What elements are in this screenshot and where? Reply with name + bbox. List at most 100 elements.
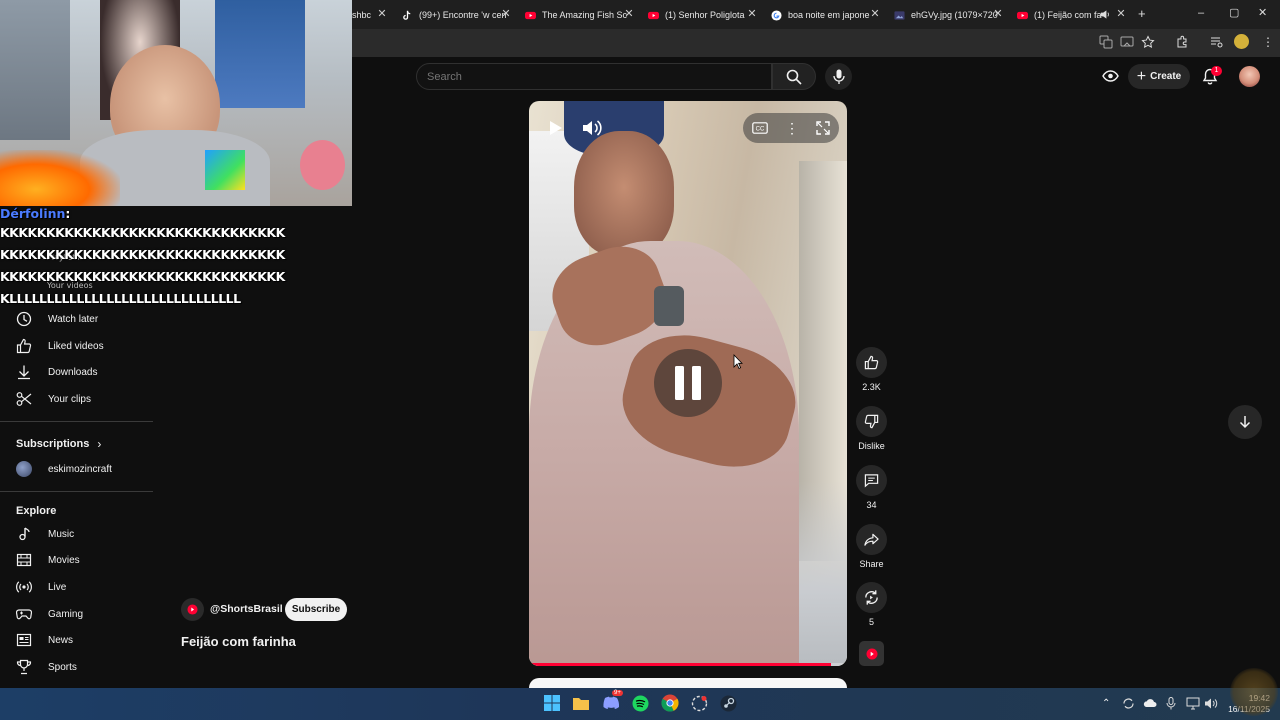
- youtube-icon: [525, 11, 536, 19]
- cloud-icon[interactable]: [1143, 698, 1157, 708]
- person-face: [574, 131, 674, 256]
- comment-count: 34: [866, 500, 877, 510]
- chat-message-line: KKKKKKKKKKKKKKKKKKKKKKKKKKKKKKK: [0, 225, 285, 240]
- close-window-button[interactable]: ✕: [1258, 6, 1267, 19]
- search-input[interactable]: [417, 64, 771, 89]
- start-button[interactable]: [542, 693, 562, 713]
- channel-avatar[interactable]: [181, 598, 204, 621]
- sidebar-item-gaming[interactable]: Gaming: [0, 601, 153, 627]
- sidebar-item-label: News: [48, 634, 74, 646]
- short-title[interactable]: Feijão com farinha: [181, 634, 296, 649]
- steam-icon: [720, 695, 736, 711]
- gamepad-icon: [16, 609, 32, 620]
- chat-username: Dérfolinn: [0, 206, 66, 221]
- sidebar-item-label: Watch later: [48, 313, 99, 325]
- search-button[interactable]: [772, 63, 816, 90]
- explore-heading: Explore: [16, 505, 57, 517]
- browser-tab[interactable]: boa noite em japone ✕: [771, 4, 881, 26]
- display-icon[interactable]: [1186, 697, 1200, 710]
- sidebar-item-live[interactable]: Live: [0, 574, 153, 600]
- new-tab-button[interactable]: +: [1138, 6, 1146, 21]
- browser-tab[interactable]: (99+) Encontre 'w cen ✕: [402, 4, 512, 26]
- notifications-button[interactable]: 1: [1202, 66, 1222, 85]
- tab-close-icon[interactable]: ✕: [376, 7, 388, 20]
- tab-title: ehGVy.jpg (1079×720: [911, 10, 998, 20]
- progress-track[interactable]: [529, 663, 847, 666]
- fullscreen-icon[interactable]: [816, 121, 831, 135]
- tab-close-icon[interactable]: ✕: [623, 7, 635, 20]
- discord-badge: 9+: [612, 690, 623, 696]
- voice-search-button[interactable]: [825, 63, 852, 90]
- next-video-button[interactable]: [1228, 405, 1262, 439]
- sidebar-item-your-clips[interactable]: Your clips: [0, 386, 153, 412]
- play-button[interactable]: [541, 116, 569, 140]
- sync-icon[interactable]: [1122, 697, 1135, 710]
- comments-button[interactable]: [856, 465, 887, 496]
- sidebar-item-label: Sports: [48, 661, 77, 673]
- cast-icon[interactable]: [1120, 35, 1134, 49]
- like-count: 2.3K: [862, 382, 881, 392]
- browser-tab-active[interactable]: (1) Feijão com fa ✕: [1017, 4, 1127, 26]
- subscriptions-heading[interactable]: Subscriptions ›: [16, 437, 101, 451]
- tab-close-icon[interactable]: ✕: [992, 7, 1004, 20]
- dislike-label: Dislike: [858, 441, 885, 451]
- volume-tray-icon[interactable]: [1204, 697, 1218, 710]
- tab-close-icon[interactable]: ✕: [1115, 7, 1127, 20]
- share-button[interactable]: [856, 524, 887, 555]
- sidebar-item-sports[interactable]: Sports: [0, 654, 153, 680]
- volume-button[interactable]: [579, 116, 605, 140]
- maximize-button[interactable]: ▢: [1229, 6, 1239, 19]
- discord-button[interactable]: 9+: [601, 690, 623, 713]
- sidebar-item-label: Your clips: [48, 393, 91, 405]
- spotify-button[interactable]: [630, 693, 650, 713]
- search-bar[interactable]: [416, 63, 772, 90]
- sidebar-item-movies[interactable]: Movies: [0, 547, 153, 573]
- news-icon: [16, 633, 32, 647]
- sidebar-item-label: Music: [48, 528, 75, 540]
- sidebar-item-downloads[interactable]: Downloads: [0, 359, 153, 385]
- browser-tab[interactable]: (1) Senhor Poliglota ✕: [648, 4, 758, 26]
- speaker-icon[interactable]: [1100, 9, 1111, 20]
- channel-name[interactable]: @ShortsBrasil: [210, 603, 283, 615]
- sound-thumbnail[interactable]: [859, 641, 884, 666]
- steam-button[interactable]: [718, 693, 738, 713]
- tray-app-button[interactable]: [689, 693, 709, 713]
- tray-overflow-icon[interactable]: ⌃: [1102, 698, 1110, 709]
- shorts-video-player[interactable]: CC ⋮: [529, 101, 847, 666]
- microphone-tray-icon[interactable]: [1166, 697, 1176, 710]
- bookmark-star-icon[interactable]: [1141, 35, 1155, 49]
- dislike-button[interactable]: [856, 406, 887, 437]
- more-options-icon[interactable]: ⋮: [785, 121, 799, 135]
- video-controls-pill: CC ⋮: [743, 113, 839, 143]
- eye-icon[interactable]: [1102, 69, 1119, 83]
- stream-watermark-logo: [1230, 668, 1278, 716]
- tab-close-icon[interactable]: ✕: [500, 7, 512, 20]
- music-note-icon: [19, 527, 30, 541]
- tab-close-icon[interactable]: ✕: [869, 7, 881, 20]
- browser-menu-icon[interactable]: ⋮: [1262, 35, 1274, 49]
- create-button[interactable]: + Create: [1128, 64, 1190, 89]
- chrome-button[interactable]: [660, 693, 680, 713]
- captions-icon[interactable]: CC: [751, 122, 768, 134]
- chrome-icon: [661, 694, 679, 712]
- media-control-icon[interactable]: [1210, 35, 1224, 49]
- remix-button[interactable]: [856, 582, 887, 613]
- sidebar-item-liked-videos[interactable]: Liked videos: [0, 333, 153, 359]
- file-explorer-button[interactable]: [571, 693, 591, 713]
- tab-close-icon[interactable]: ✕: [746, 7, 758, 20]
- like-button[interactable]: [856, 347, 887, 378]
- account-avatar[interactable]: [1239, 66, 1260, 87]
- sidebar-item-news[interactable]: News: [0, 627, 153, 653]
- pause-overlay-button[interactable]: [654, 349, 722, 417]
- translate-icon[interactable]: [1099, 35, 1113, 49]
- subscribe-button[interactable]: Subscribe: [285, 598, 347, 621]
- sidebar-item-music[interactable]: Music: [0, 521, 153, 547]
- google-icon: [771, 9, 782, 21]
- browser-tab[interactable]: The Amazing Fish Sc ✕: [525, 4, 635, 26]
- extensions-icon[interactable]: [1175, 35, 1189, 49]
- minimize-button[interactable]: –: [1198, 7, 1204, 19]
- browser-tab[interactable]: shbc ✕: [352, 4, 388, 26]
- subscription-item[interactable]: eskimozincraft: [0, 456, 153, 482]
- browser-tab[interactable]: ehGVy.jpg (1079×720 ✕: [894, 4, 1004, 26]
- profile-avatar[interactable]: [1234, 34, 1249, 49]
